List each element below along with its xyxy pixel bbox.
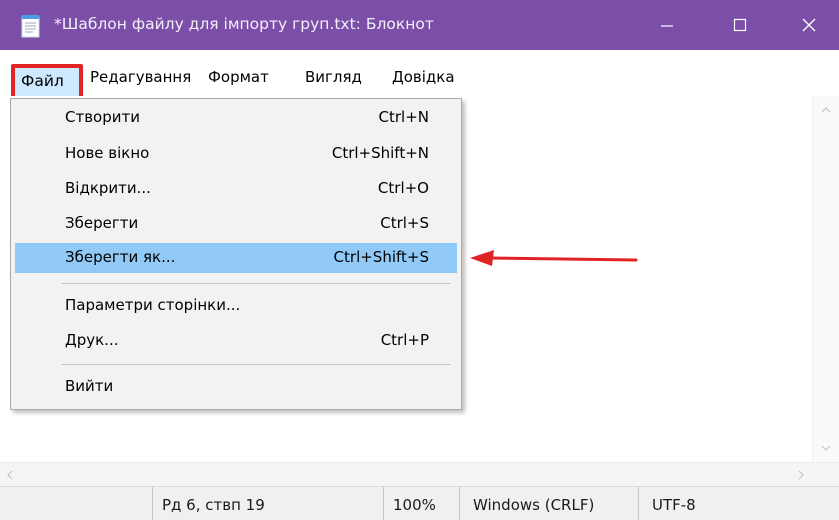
close-button[interactable]	[780, 0, 838, 50]
status-bar: Рд 6, ствп 19 100% Windows (CRLF) UTF-8	[0, 486, 839, 520]
maximize-button[interactable]	[711, 0, 769, 50]
window-title: *Шаблон файлу для імпорту груп.txt: Блок…	[54, 15, 434, 33]
minimize-button[interactable]	[638, 0, 696, 50]
menu-item-shortcut: Ctrl+Shift+N	[331, 144, 429, 162]
status-separator	[152, 487, 153, 520]
menu-item-label: Відкрити...	[65, 179, 151, 197]
menu-file[interactable]: Файл	[11, 64, 83, 100]
file-menu-dropdown: Створити Ctrl+N Нове вікно Ctrl+Shift+N …	[10, 98, 462, 410]
menu-item-label: Нове вікно	[65, 144, 150, 162]
menu-view[interactable]: Вигляд	[305, 68, 362, 86]
menu-item-label: Зберегти як...	[65, 248, 176, 266]
horizontal-scrollbar[interactable]	[0, 462, 839, 486]
vertical-scrollbar[interactable]	[812, 96, 839, 462]
maximize-icon	[733, 18, 747, 32]
status-encoding: UTF-8	[652, 496, 696, 514]
status-position: Рд 6, ствп 19	[162, 496, 265, 514]
title-bar: *Шаблон файлу для імпорту груп.txt: Блок…	[0, 0, 839, 50]
notepad-icon	[21, 15, 40, 38]
status-separator	[638, 487, 639, 520]
scroll-left-icon	[7, 470, 13, 480]
menu-item-exit[interactable]: Вийти	[15, 372, 457, 402]
menu-separator	[61, 364, 451, 365]
menu-item-open[interactable]: Відкрити... Ctrl+O	[15, 174, 457, 204]
menu-item-label: Вийти	[65, 377, 114, 395]
menu-item-save[interactable]: Зберегти Ctrl+S	[15, 209, 457, 239]
menu-edit[interactable]: Редагування	[90, 68, 191, 86]
status-separator	[459, 487, 460, 520]
menu-item-label: Друк...	[65, 331, 119, 349]
menu-item-page-setup[interactable]: Параметри сторінки...	[15, 291, 457, 321]
menu-bar: Редагування Формат Вигляд Довідка	[0, 60, 839, 96]
menu-item-label: Параметри сторінки...	[65, 296, 241, 314]
menu-item-print[interactable]: Друк... Ctrl+P	[15, 326, 457, 356]
menu-item-label: Створити	[65, 108, 140, 126]
scroll-right-icon	[798, 470, 804, 480]
menu-item-shortcut: Ctrl+Shift+S	[333, 248, 429, 266]
menu-item-shortcut: Ctrl+O	[377, 179, 429, 197]
menu-item-shortcut: Ctrl+S	[380, 214, 429, 232]
status-separator	[383, 487, 384, 520]
menu-item-new-window[interactable]: Нове вікно Ctrl+Shift+N	[15, 139, 457, 169]
status-line-endings: Windows (CRLF)	[473, 496, 595, 514]
scroll-down-icon	[821, 445, 831, 451]
menu-separator	[61, 283, 451, 284]
minimize-icon	[661, 25, 673, 27]
menu-help[interactable]: Довідка	[392, 68, 455, 86]
menu-item-shortcut: Ctrl+P	[380, 331, 429, 349]
close-icon	[802, 18, 816, 32]
menu-item-label: Зберегти	[65, 214, 139, 232]
menu-format[interactable]: Формат	[208, 68, 269, 86]
annotation-arrow-icon	[470, 250, 638, 266]
scroll-up-icon	[821, 107, 831, 113]
menu-item-save-as[interactable]: Зберегти як... Ctrl+Shift+S	[15, 243, 457, 273]
menu-item-new[interactable]: Створити Ctrl+N	[15, 103, 457, 133]
menu-item-shortcut: Ctrl+N	[378, 108, 429, 126]
status-zoom: 100%	[393, 496, 436, 514]
menu-file-label: Файл	[21, 72, 64, 90]
